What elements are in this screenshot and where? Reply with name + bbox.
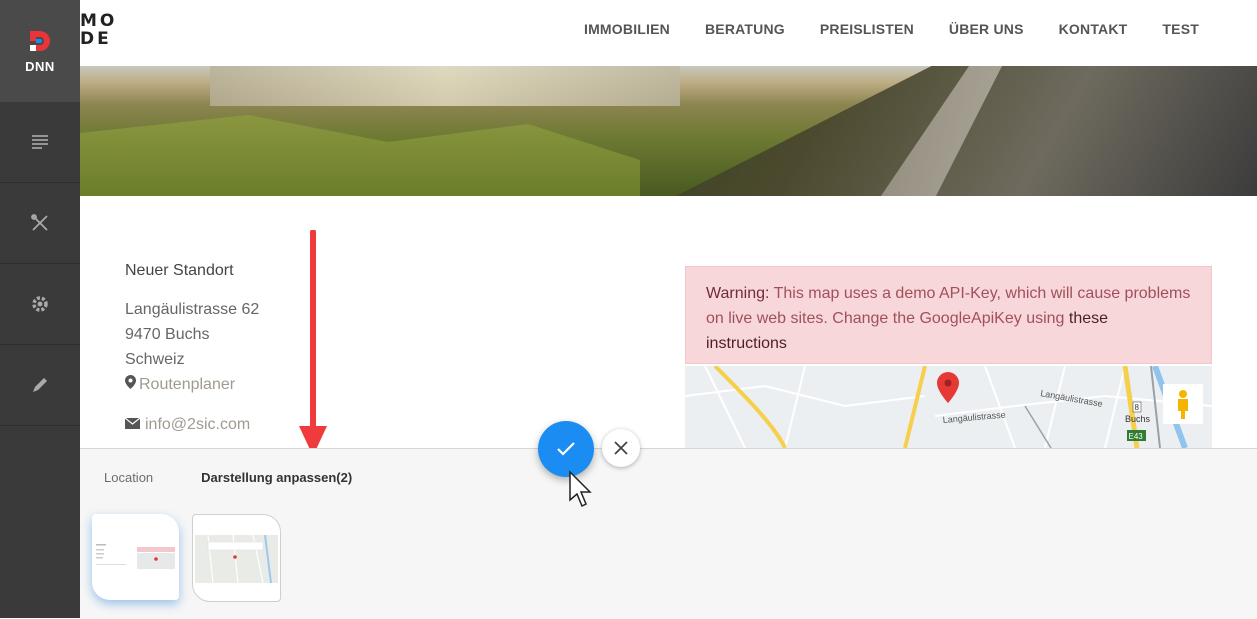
- dnn-sidebar: DNN: [0, 0, 80, 618]
- main-nav: IMMOBILIEN BERATUNG PREISLISTEN ÜBER UNS…: [549, 21, 1199, 37]
- dnn-logo-icon: [30, 30, 50, 51]
- email-row[interactable]: info@2sic.com: [124, 412, 259, 437]
- site-logo-line-1: MO: [80, 11, 118, 31]
- save-button[interactable]: [538, 421, 594, 477]
- nav-ueber-uns[interactable]: ÜBER UNS: [949, 21, 1024, 37]
- location-content: Neuer Standort Langäulistrasse 62 9470 B…: [80, 196, 1257, 456]
- rail-item-edit[interactable]: [0, 345, 80, 426]
- address-country: Schweiz: [125, 351, 185, 368]
- map-highway-shield: E43: [1129, 432, 1144, 441]
- location-title: Neuer Standort: [125, 262, 234, 279]
- site-logo-line-2: DE: [80, 29, 112, 49]
- nav-test[interactable]: TEST: [1162, 21, 1199, 37]
- layout-preview-1: [96, 544, 175, 569]
- route-link-row[interactable]: Routenplaner: [125, 372, 259, 397]
- panel-tabs: Location Darstellung anpassen(2): [104, 470, 400, 485]
- warning-text: This map uses a demo API-Key, which will…: [706, 285, 1191, 327]
- map-marker-icon: [125, 372, 139, 397]
- layout-thumbnail-2[interactable]: [192, 514, 281, 602]
- route-link[interactable]: Routenplaner: [139, 376, 235, 393]
- email-link[interactable]: info@2sic.com: [145, 416, 250, 433]
- page: MO DE IMMOBILIEN BERATUNG PREISLISTEN ÜB…: [80, 0, 1257, 619]
- google-map[interactable]: Langäulistrasse Langäulistrasse 8 Buchs …: [685, 366, 1212, 448]
- hero-image: [80, 66, 1257, 196]
- warning-label: Warning:: [706, 285, 770, 302]
- hero-valley: [80, 115, 640, 196]
- dnn-logo-text: DNN: [25, 58, 55, 74]
- hero-sky: [210, 66, 680, 106]
- map-route-shield: 8: [1135, 403, 1140, 412]
- cancel-button[interactable]: [602, 429, 640, 467]
- address-block: Neuer Standort Langäulistrasse 62 9470 B…: [124, 258, 260, 437]
- nav-kontakt[interactable]: KONTAKT: [1059, 21, 1128, 37]
- tools-icon: [31, 214, 48, 231]
- rail-item-pages[interactable]: [0, 102, 80, 183]
- envelope-icon: [124, 412, 141, 437]
- dnn-logo[interactable]: DNN: [0, 0, 80, 102]
- nav-beratung[interactable]: BERATUNG: [705, 21, 785, 37]
- layout-preview-2: [195, 534, 278, 584]
- pencil-icon: [33, 378, 47, 392]
- layout-thumbnail-1[interactable]: [92, 514, 179, 600]
- layout-panel: Location Darstellung anpassen(2): [80, 448, 1257, 619]
- close-icon: [614, 441, 628, 455]
- tab-location[interactable]: Location: [104, 470, 153, 485]
- rail-item-settings[interactable]: [0, 264, 80, 345]
- gear-icon: [32, 296, 48, 312]
- site-header: MO DE IMMOBILIEN BERATUNG PREISLISTEN ÜB…: [80, 0, 1257, 66]
- address-city: 9470 Buchs: [125, 326, 210, 343]
- site-logo[interactable]: MO DE: [80, 12, 117, 48]
- mouse-cursor: [569, 470, 592, 508]
- annotation-arrow: [299, 230, 327, 456]
- page-icon: [32, 135, 48, 149]
- address-street: Langäulistrasse 62: [125, 301, 260, 318]
- map-canvas: Langäulistrasse Langäulistrasse 8 Buchs …: [685, 366, 1212, 448]
- tab-darstellung-anpassen[interactable]: Darstellung anpassen(2): [201, 470, 352, 485]
- rail-item-tools[interactable]: [0, 183, 80, 264]
- nav-immobilien[interactable]: IMMOBILIEN: [584, 21, 670, 37]
- map-town-label: Buchs: [1125, 414, 1151, 424]
- check-icon: [557, 442, 575, 456]
- map-warning: Warning: This map uses a demo API-Key, w…: [685, 266, 1212, 364]
- nav-preislisten[interactable]: PREISLISTEN: [820, 21, 914, 37]
